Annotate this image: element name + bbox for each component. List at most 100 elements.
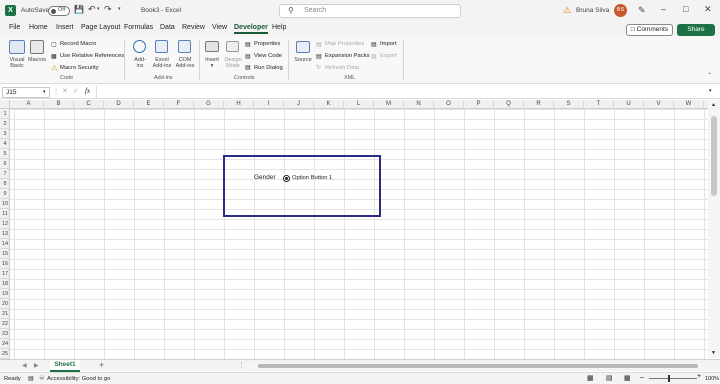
tab-formulas[interactable]: Formulas: [124, 24, 153, 31]
column-header-l[interactable]: L: [344, 100, 374, 109]
map-properties-button[interactable]: Map Properties: [325, 41, 364, 47]
column-header-f[interactable]: F: [164, 100, 194, 109]
column-header-v[interactable]: V: [644, 100, 674, 109]
restore-icon[interactable]: □: [683, 4, 688, 14]
macro-record-icon[interactable]: ▤: [28, 375, 34, 382]
tab-split-handle[interactable]: ⋮: [238, 361, 245, 369]
row-header-23[interactable]: 23: [0, 329, 10, 339]
column-header-p[interactable]: P: [464, 100, 494, 109]
properties-button[interactable]: Properties: [254, 41, 280, 47]
visual-basic-button[interactable]: Visual Basic: [6, 57, 28, 69]
row-header-20[interactable]: 20: [0, 299, 10, 309]
row-header-8[interactable]: 8: [0, 179, 10, 189]
comments-button[interactable]: □ Comments: [626, 24, 673, 36]
row-header-14[interactable]: 14: [0, 239, 10, 249]
normal-view-icon[interactable]: ▦: [587, 374, 594, 382]
import-button[interactable]: Import: [380, 41, 396, 47]
row-header-11[interactable]: 11: [0, 209, 10, 219]
zoom-out-icon[interactable]: –: [640, 374, 644, 381]
row-header-3[interactable]: 3: [0, 129, 10, 139]
share-button[interactable]: Share: [677, 24, 715, 36]
user-name[interactable]: Bruna Silva: [576, 7, 609, 14]
option-button-label[interactable]: Option Button 1: [292, 175, 332, 181]
scroll-down-icon[interactable]: ▼: [711, 350, 716, 356]
column-header-a[interactable]: A: [14, 100, 44, 109]
insert-control-button[interactable]: Insert ▾: [202, 57, 222, 69]
refresh-data-button[interactable]: Refresh Data: [325, 65, 359, 71]
zoom-slider-thumb[interactable]: [668, 375, 670, 382]
undo-icon[interactable]: ↶: [88, 4, 96, 15]
column-header-c[interactable]: C: [74, 100, 104, 109]
tab-insert[interactable]: Insert: [56, 24, 74, 31]
column-header-h[interactable]: H: [224, 100, 254, 109]
row-header-16[interactable]: 16: [0, 259, 10, 269]
column-header-t[interactable]: T: [584, 100, 614, 109]
column-header-s[interactable]: S: [554, 100, 584, 109]
zoom-slider[interactable]: [649, 378, 697, 379]
record-macro-button[interactable]: Record Macro: [60, 41, 96, 47]
row-header-17[interactable]: 17: [0, 269, 10, 279]
tab-review[interactable]: Review: [182, 24, 205, 31]
row-header-19[interactable]: 19: [0, 289, 10, 299]
scroll-up-icon[interactable]: ▲: [711, 102, 716, 108]
insert-function-icon[interactable]: fx: [85, 87, 90, 95]
column-header-b[interactable]: B: [44, 100, 74, 109]
row-header-10[interactable]: 10: [0, 199, 10, 209]
enter-icon[interactable]: ✓: [73, 87, 79, 95]
tab-developer[interactable]: Developer: [234, 24, 268, 34]
page-layout-view-icon[interactable]: ▤: [606, 374, 613, 382]
tab-file[interactable]: File: [9, 24, 20, 31]
column-header-e[interactable]: E: [134, 100, 164, 109]
option-button-radio[interactable]: [283, 175, 290, 182]
column-header-n[interactable]: N: [404, 100, 434, 109]
expansion-packs-button[interactable]: Expansion Packs: [325, 53, 369, 59]
select-all-corner[interactable]: [0, 100, 10, 109]
column-header-i[interactable]: I: [254, 100, 284, 109]
column-header-j[interactable]: J: [284, 100, 314, 109]
row-header-24[interactable]: 24: [0, 339, 10, 349]
row-header-4[interactable]: 4: [0, 139, 10, 149]
group-box-frame[interactable]: [223, 155, 381, 217]
tab-home[interactable]: Home: [29, 24, 48, 31]
tab-page-layout[interactable]: Page Layout: [81, 24, 120, 31]
row-header-1[interactable]: 1: [0, 109, 10, 119]
macro-security-button[interactable]: Macro Security: [60, 65, 99, 71]
accessibility-icon[interactable]: ♾: [39, 375, 44, 382]
row-header-5[interactable]: 5: [0, 149, 10, 159]
row-header-2[interactable]: 2: [0, 119, 10, 129]
run-dialog-button[interactable]: Run Dialog: [254, 65, 283, 71]
minimize-icon[interactable]: –: [661, 4, 666, 14]
design-mode-button[interactable]: Design Mode: [222, 57, 244, 69]
undo-dropdown-icon[interactable]: ▾: [97, 6, 100, 12]
row-header-13[interactable]: 13: [0, 229, 10, 239]
source-button[interactable]: Source: [292, 57, 314, 63]
close-icon[interactable]: ✕: [704, 4, 712, 15]
scroll-thumb[interactable]: [711, 116, 717, 196]
pen-icon[interactable]: ✎: [638, 5, 646, 16]
name-box-dropdown-icon[interactable]: ▾: [43, 89, 46, 95]
row-header-21[interactable]: 21: [0, 309, 10, 319]
column-header-o[interactable]: O: [434, 100, 464, 109]
cell-grid[interactable]: [10, 109, 708, 359]
zoom-in-icon[interactable]: +: [697, 373, 701, 380]
save-icon[interactable]: 💾: [74, 5, 84, 14]
prev-sheet-icon[interactable]: ◀: [22, 362, 27, 369]
zoom-level[interactable]: 100%: [705, 376, 719, 382]
use-relative-references-button[interactable]: Use Relative References: [60, 53, 124, 59]
expand-formula-icon[interactable]: ▾: [709, 88, 712, 94]
customize-toolbar-icon[interactable]: ▾: [118, 6, 121, 12]
row-header-22[interactable]: 22: [0, 319, 10, 329]
warning-icon[interactable]: ⚠: [563, 5, 571, 16]
tab-help[interactable]: Help: [272, 24, 286, 31]
hscroll-thumb[interactable]: [258, 364, 698, 368]
excel-addins-button[interactable]: Excel Add-ins: [150, 57, 174, 69]
column-header-k[interactable]: K: [314, 100, 344, 109]
column-header-g[interactable]: G: [194, 100, 224, 109]
autosave-toggle[interactable]: Off: [48, 6, 70, 16]
row-header-6[interactable]: 6: [0, 159, 10, 169]
cancel-icon[interactable]: ✕: [62, 87, 68, 95]
view-code-button[interactable]: View Code: [254, 53, 282, 59]
horizontal-scrollbar[interactable]: [248, 363, 703, 369]
row-header-15[interactable]: 15: [0, 249, 10, 259]
page-break-view-icon[interactable]: ▦: [624, 374, 631, 382]
